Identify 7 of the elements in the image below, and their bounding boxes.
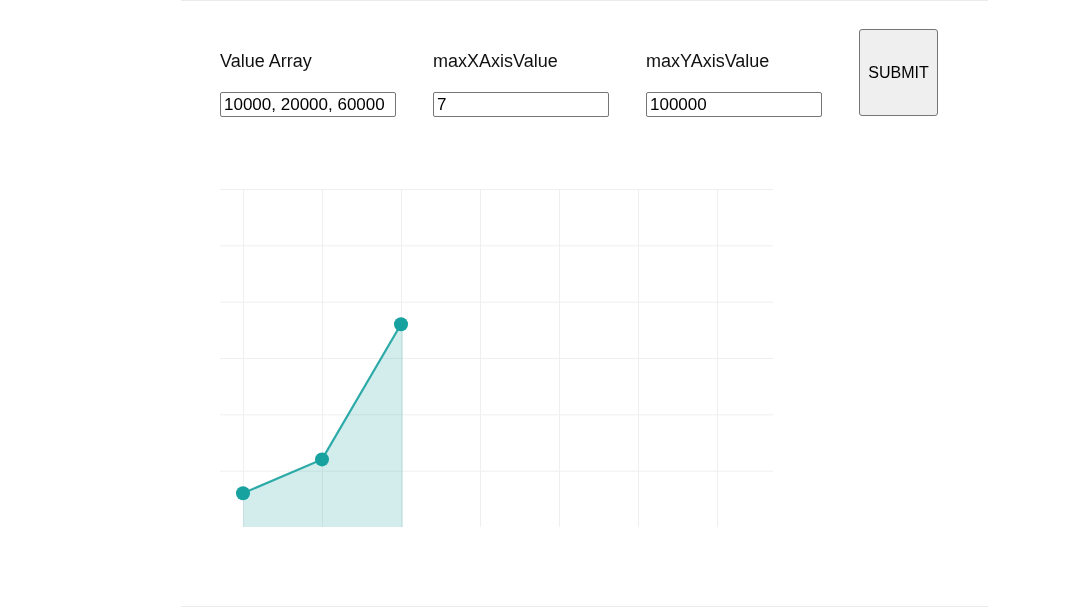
field-label: maxXAxisValue — [433, 50, 559, 73]
text-input-field[interactable]: 100000 — [646, 92, 822, 117]
text-input-field[interactable]: 10000, 20000, 60000 — [220, 92, 396, 117]
text-input-field[interactable]: 7 — [433, 92, 609, 117]
field-label: Value Array — [220, 50, 313, 73]
submit-button[interactable]: SUBMIT — [859, 29, 938, 116]
field-label: maxYAxisValue — [646, 50, 771, 73]
